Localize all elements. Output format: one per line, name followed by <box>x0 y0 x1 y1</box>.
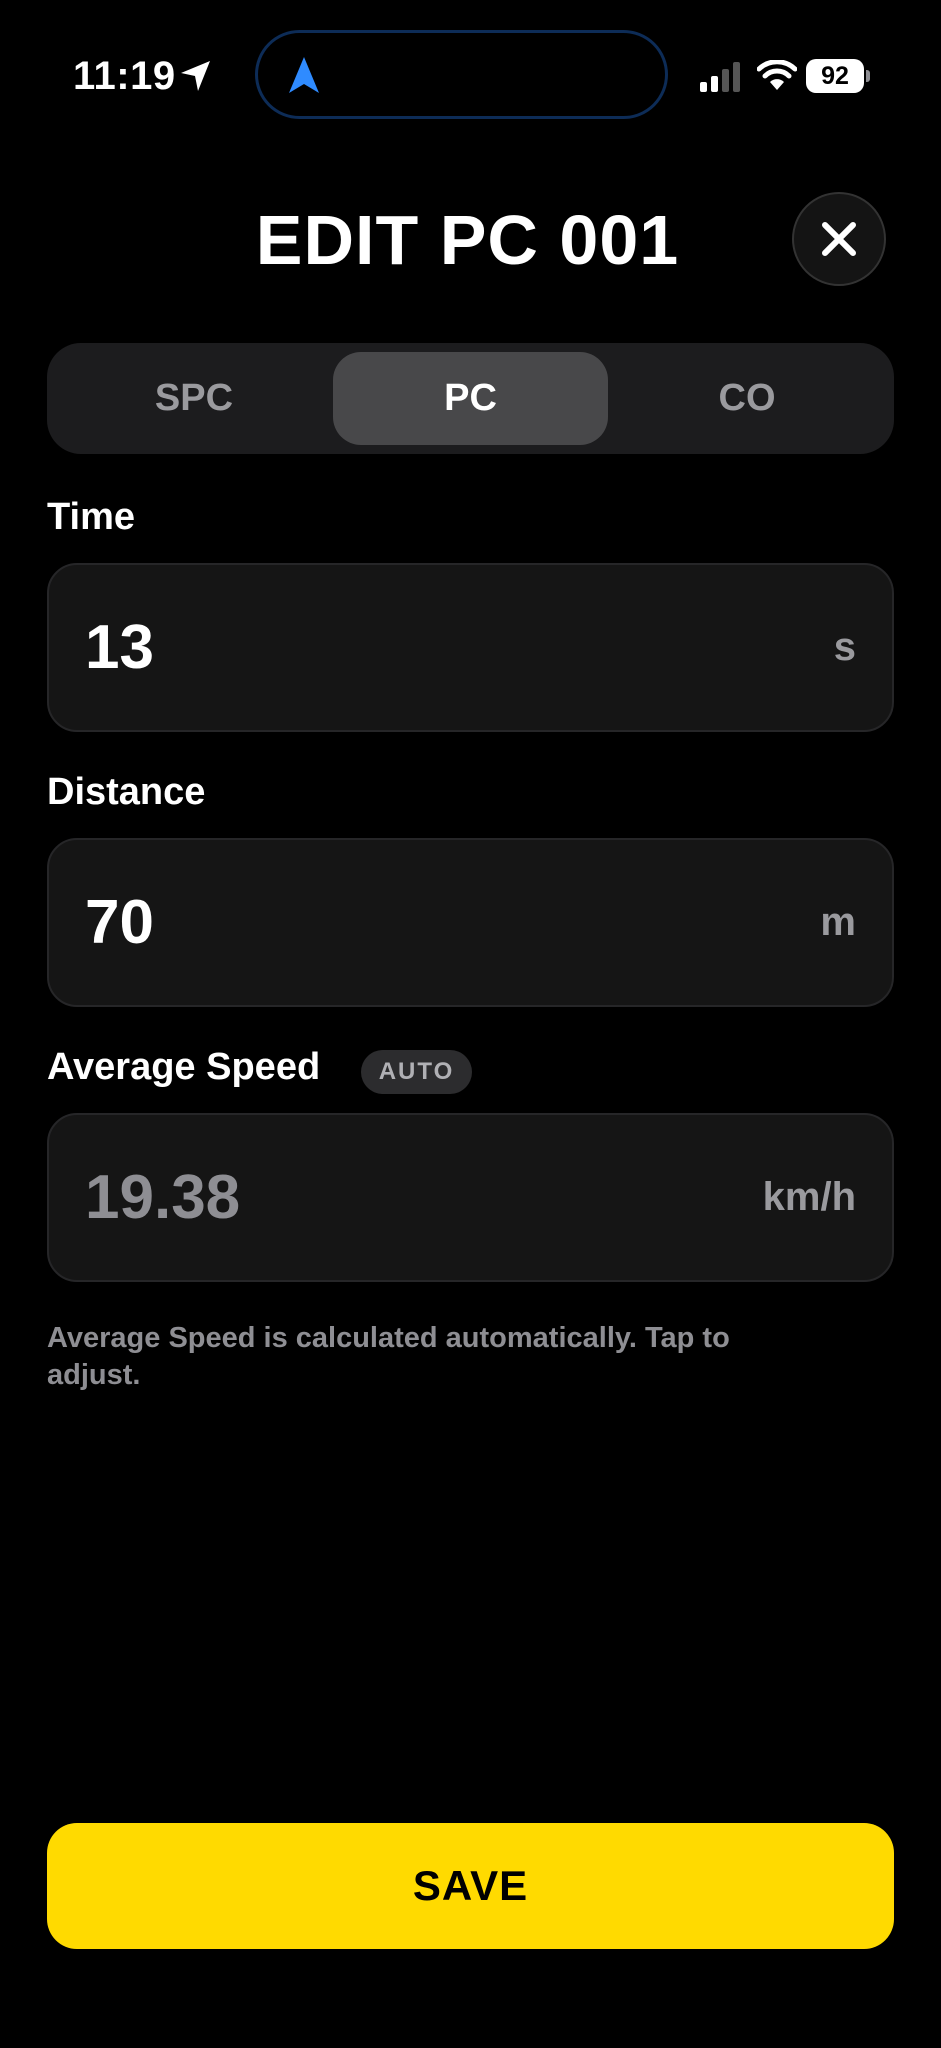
battery-tip <box>866 70 870 82</box>
type-segmented-control: SPC PC CO <box>47 343 894 454</box>
location-arrow-icon <box>181 61 210 91</box>
distance-input[interactable]: 70 m <box>47 838 894 1007</box>
wifi-icon <box>757 60 797 90</box>
time-unit: s <box>833 625 856 669</box>
time-label: Time <box>47 496 136 538</box>
time-input[interactable]: 13 s <box>47 563 894 732</box>
average-speed-unit: km/h <box>762 1175 856 1219</box>
close-icon <box>822 222 856 256</box>
save-button[interactable]: SAVE <box>47 1823 894 1949</box>
average-speed-label: Average Speed <box>47 1046 321 1088</box>
average-speed-hint: Average Speed is calculated automaticall… <box>47 1322 730 1391</box>
distance-value: 70 <box>85 888 154 957</box>
battery-icon: 92 <box>806 59 864 93</box>
cellular-signal-icon <box>700 62 740 92</box>
close-button[interactable] <box>792 192 886 286</box>
navigation-arrow-icon <box>289 57 319 93</box>
auto-badge: AUTO <box>361 1050 472 1094</box>
segment-co[interactable]: CO <box>609 352 885 445</box>
average-speed-value: 19.38 <box>85 1163 241 1232</box>
status-time: 11:19 <box>73 54 176 98</box>
segment-pc[interactable]: PC <box>333 352 608 445</box>
time-value: 13 <box>85 613 154 682</box>
distance-unit: m <box>820 900 856 944</box>
average-speed-input[interactable]: 19.38 km/h <box>47 1113 894 1282</box>
segment-spc[interactable]: SPC <box>56 352 332 445</box>
distance-label: Distance <box>47 771 206 813</box>
dynamic-island[interactable] <box>255 30 668 119</box>
